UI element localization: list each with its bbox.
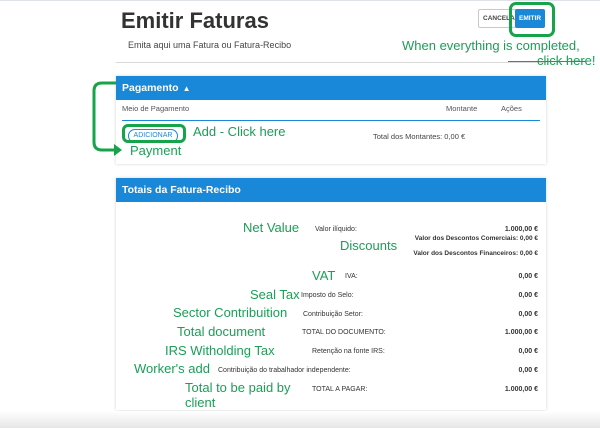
financial-discounts: Valor dos Descontos Financeiros: 0,00 € [413,250,538,257]
stamp-tax-label: Imposto do Selo: [301,292,354,299]
strike-line [508,61,586,62]
vat-note: VAT [312,268,336,283]
net-value-note: Net Value [243,220,300,235]
column-payment-method: Meio de Pagamento [122,104,190,113]
commercial-discounts: Valor dos Descontos Comerciais: 0,00 € [414,235,538,242]
workers-add-note: Worker's add [134,361,210,376]
column-amount: Montante [446,104,478,113]
total-paid-note-line1: Total to be paid by [185,380,291,395]
worker-contribution-value: 0,00 € [518,367,538,374]
column-actions: Ações [501,104,522,113]
total-paid-note-line2: client [185,395,216,410]
emit-highlight [509,2,555,37]
payment-header[interactable]: Pagamento ▲ [116,76,546,100]
net-value: 1.000,00 € [504,226,538,233]
payment-title: Pagamento [122,82,179,94]
seal-tax-note: Seal Tax [250,287,300,302]
total-document-value: 1.000,00 € [504,329,538,336]
irs-withholding-label: Retenção na fonte IRS: [312,348,385,355]
header-divider [116,62,546,63]
bottom-fade [0,411,600,428]
irs-note: IRS Witholding Tax [165,343,275,358]
total-to-pay-label: TOTAL A PAGAR: [312,386,368,393]
discounts-note: Discounts [340,238,398,253]
net-value-label: Valor ilíquido: [315,226,357,233]
add-note: Add - Click here [193,124,286,139]
sector-contribution-value: 0,00 € [518,311,538,318]
sector-contribution-label: Contribuição Setor: [303,311,363,318]
sector-contribution-note: Sector Contribuition [173,305,288,320]
total-amounts: Total dos Montantes: 0,00 € [373,132,466,141]
payment-note: Payment [130,143,182,158]
bracket-arrow [92,81,122,156]
total-document-label: TOTAL DO DOCUMENTO: [302,329,386,336]
stamp-tax-value: 0,00 € [518,292,538,299]
add-highlight [122,124,186,143]
worker-contribution-label: Contribuição do trabalhador independente… [218,367,351,374]
total-document-note: Total document [177,324,266,339]
top-divider [0,0,600,1]
page-subtitle: Emita aqui uma Fatura ou Fatura-Recibo [128,40,292,50]
emit-note-line1: When everything is completed, [402,38,580,53]
total-to-pay-value: 1.000,00 € [504,386,538,393]
irs-withholding-value: 0,00 € [518,348,538,355]
payment-columns: Meio de Pagamento Montante Ações [122,104,540,118]
chevron-up-icon[interactable]: ▲ [183,84,191,93]
totals-header: Totais da Fatura-Recibo [116,178,546,202]
iva-value: 0,00 € [518,273,538,280]
columns-divider [122,120,540,121]
page-title: Emitir Faturas [121,8,269,33]
iva-label: IVA: [345,273,358,280]
